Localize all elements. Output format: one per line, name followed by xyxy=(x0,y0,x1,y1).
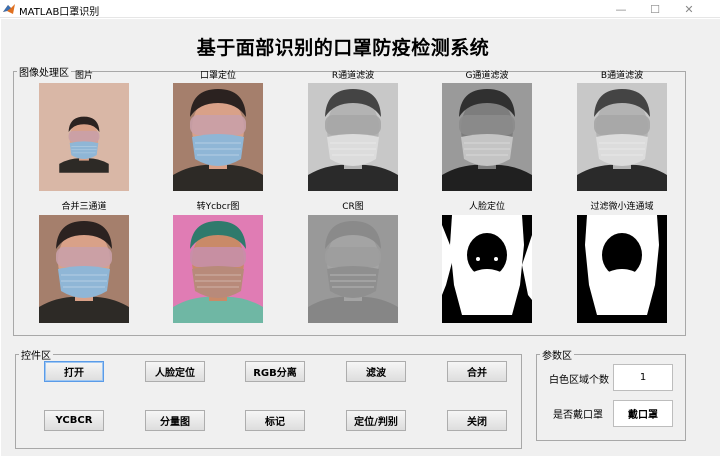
mark-button[interactable]: 标记 xyxy=(245,410,305,431)
b-channel-label: B通道滤波 xyxy=(600,71,644,81)
cr-image xyxy=(308,215,398,323)
original-image xyxy=(39,83,129,191)
face-locate-label: 人脸定位 xyxy=(468,202,505,212)
mask-locate-image xyxy=(173,83,263,191)
maximize-icon[interactable]: ☐ xyxy=(640,0,670,18)
white-region-count-label: 白色区域个数 xyxy=(549,375,609,386)
mask-locate-label: 口罩定位 xyxy=(199,71,236,81)
figure-client-area: 基于面部识别的口罩防疫检测系统 图像处理区 控件区 打开 人脸定位 RGB分离 … xyxy=(1,19,720,456)
face-locate-image xyxy=(442,215,532,323)
ycbcr-button[interactable]: YCBCR xyxy=(44,410,104,431)
component-map-button[interactable]: 分量图 xyxy=(145,410,205,431)
close-icon[interactable]: ✕ xyxy=(674,0,704,18)
g-channel-label: G通道滤波 xyxy=(465,71,509,81)
merged-channels-image xyxy=(39,215,129,323)
param-panel-legend: 参数区 xyxy=(542,351,572,362)
r-channel-image xyxy=(308,83,398,191)
open-button[interactable]: 打开 xyxy=(44,361,104,382)
filter-button[interactable]: 滤波 xyxy=(346,361,406,382)
mask-status-label: 是否戴口罩 xyxy=(553,410,603,421)
b-channel-image xyxy=(577,83,667,191)
g-channel-image xyxy=(442,83,532,191)
matlab-logo-icon xyxy=(2,2,16,16)
merged-channels-label: 合并三通道 xyxy=(61,202,107,212)
locate-judge-button[interactable]: 定位/判别 xyxy=(346,410,406,431)
page-title: 基于面部识别的口罩防疫检测系统 xyxy=(196,37,490,59)
face-locate-button[interactable]: 人脸定位 xyxy=(145,361,205,382)
ycbcr-image xyxy=(173,215,263,323)
mask-status-field[interactable]: 戴口罩 xyxy=(613,400,673,427)
minimize-icon[interactable]: — xyxy=(606,0,636,18)
filtered-regions-image xyxy=(577,215,667,323)
merge-button[interactable]: 合并 xyxy=(447,361,507,382)
white-region-count-field[interactable]: 1 xyxy=(613,364,673,391)
cr-label: CR图 xyxy=(342,202,364,212)
filtered-regions-label: 过滤微小连通域 xyxy=(590,202,654,212)
window-titlebar[interactable]: MATLAB口罩识别 — ☐ ✕ xyxy=(0,0,720,18)
original-image-label: 图片 xyxy=(74,71,93,81)
r-channel-label: R通道滤波 xyxy=(331,71,375,81)
rgb-split-button[interactable]: RGB分离 xyxy=(245,361,305,382)
window-title: MATLAB口罩识别 xyxy=(19,7,100,18)
ycbcr-label: 转Ycbcr图 xyxy=(196,202,240,212)
close-button[interactable]: 关闭 xyxy=(447,410,507,431)
control-panel-legend: 控件区 xyxy=(21,351,51,362)
